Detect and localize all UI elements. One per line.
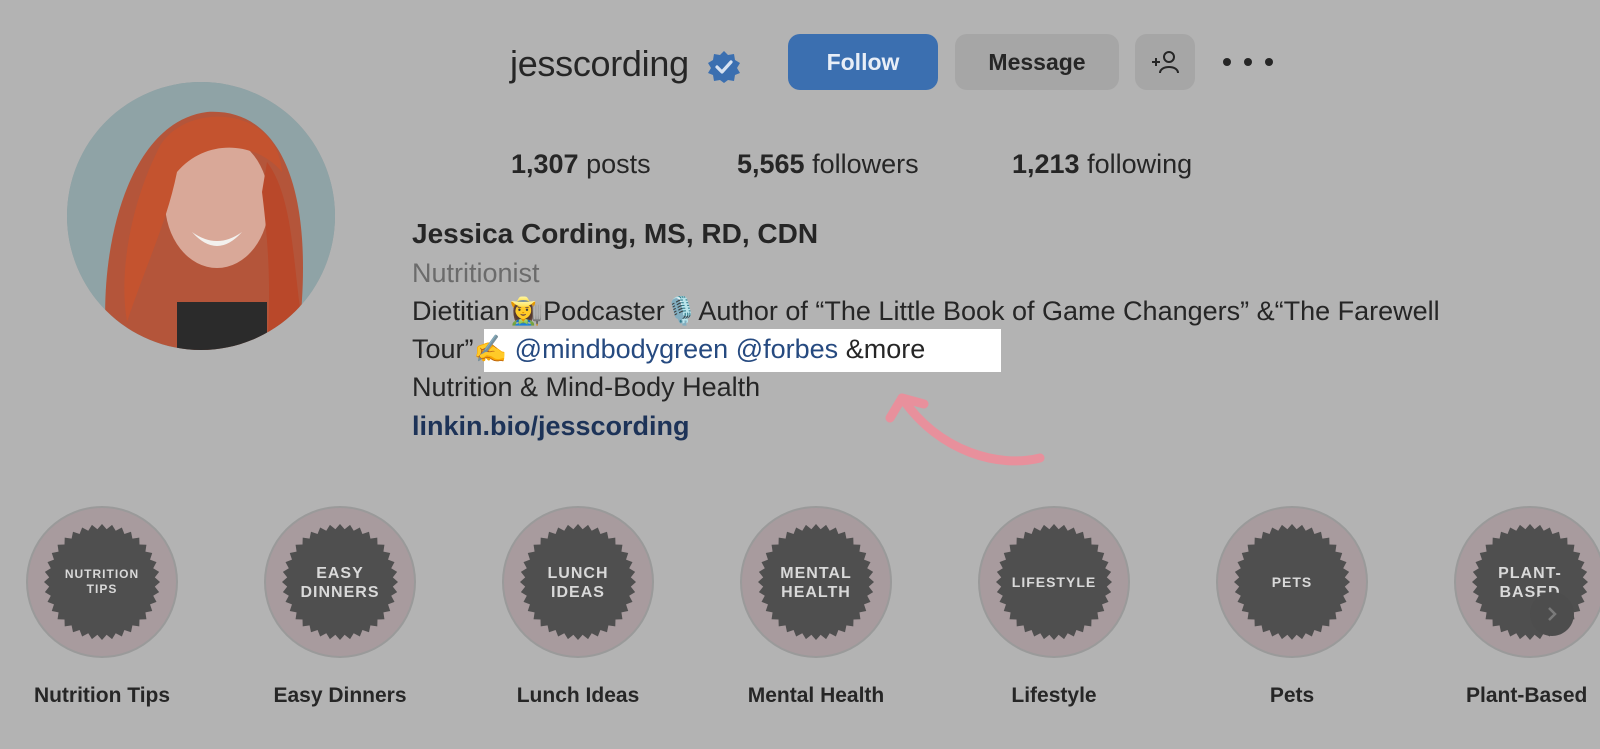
bio-text-more: &more (845, 334, 926, 364)
mention-mindbodygreen-link[interactable]: @mindbodygreen (515, 334, 729, 364)
highlight-cover-badge: PETS (1234, 524, 1350, 640)
chevron-right-icon[interactable] (1530, 592, 1574, 636)
highlight-mental-health[interactable]: MENTAL HEALTH (740, 506, 892, 658)
writing-hand-emoji: ✍️ (473, 334, 508, 364)
followers-count[interactable]: 5,565 followers (737, 144, 919, 184)
highlight-label: Lifestyle (1011, 684, 1097, 707)
highlight-cover-badge: NUTRITIONTIPS (44, 524, 160, 640)
highlight-cover-text: LUNCH (548, 565, 609, 582)
highlight-cover-text: HEALTH (781, 584, 851, 601)
bio-line-1: Dietitian👩‍🌾Podcaster🎙️Author of “The Li… (412, 296, 1440, 326)
profile-photo (67, 82, 335, 350)
username: jesscording (510, 43, 689, 84)
highlight-nutrition-tips[interactable]: NUTRITION TIPS (26, 506, 178, 658)
highlight-label: Lunch Ideas (516, 684, 640, 707)
highlight-label: Plant-Based (1466, 684, 1588, 707)
highlight-pets[interactable]: PETS (1216, 506, 1368, 658)
bio-line-2: Tour”✍️ @mindbodygreen @forbes &more (412, 330, 925, 368)
highlight-lifestyle[interactable]: LIFESTYLE (978, 506, 1130, 658)
message-button[interactable]: Message (955, 34, 1119, 90)
highlight-cover-text: IDEAS (551, 584, 605, 601)
highlight-label: Pets (1269, 684, 1315, 707)
highlight-cover-text: PETS (1272, 574, 1313, 590)
annotation-arrow-icon (885, 393, 1045, 466)
highlight-cover-badge: LIFESTYLE (996, 524, 1112, 640)
highlight-cover-text: PLANT- (1498, 565, 1562, 582)
highlight-cover-text: EASY (316, 565, 364, 582)
bio-line-3: Nutrition & Mind-Body Health (412, 372, 761, 402)
highlight-label: Mental Health (747, 684, 885, 707)
following-count[interactable]: 1,213 following (1012, 144, 1192, 184)
highlight-cover-badge: PLANT-BASED (1472, 524, 1588, 640)
category-label: Nutritionist (412, 258, 540, 288)
highlight-cover-text: DINNERS (300, 584, 379, 601)
highlight-plant-based[interactable]: PLANT- BASED (1454, 506, 1600, 658)
highlight-easy-dinners[interactable]: EASY DINNERS (264, 506, 416, 658)
profile-avatar[interactable] (67, 82, 335, 350)
bio-text: Tour” (412, 334, 474, 364)
suggest-accounts-button[interactable] (1135, 34, 1195, 90)
highlight-label: Nutrition Tips (33, 684, 171, 707)
highlight-label: Easy Dinners (273, 684, 407, 707)
more-options-icon[interactable] (1223, 50, 1273, 74)
highlight-cover-text: LIFESTYLE (1012, 574, 1096, 590)
add-user-icon (1152, 51, 1179, 74)
highlight-lunch-ideas[interactable]: LUNCH IDEAS (502, 506, 654, 658)
highlight-cover-badge: LUNCH IDEAS (520, 524, 636, 640)
verified-badge-icon (708, 51, 740, 83)
highlight-cover-text: NUTRITION (65, 567, 139, 581)
follow-button[interactable]: Follow (788, 34, 938, 90)
full-name: Jessica Cording, MS, RD, CDN (412, 218, 819, 249)
posts-count: 1,307 posts (511, 149, 651, 179)
bio-link[interactable]: linkin.bio/jesscording (412, 406, 690, 446)
highlight-cover-badge: EASY DINNERS (282, 524, 398, 640)
mention-forbes-link[interactable]: @forbes (736, 334, 838, 364)
highlight-cover-text: TIPS (87, 582, 118, 596)
highlight-cover-text: MENTAL (780, 565, 851, 582)
highlight-cover-badge: MENTAL HEALTH (758, 524, 874, 640)
